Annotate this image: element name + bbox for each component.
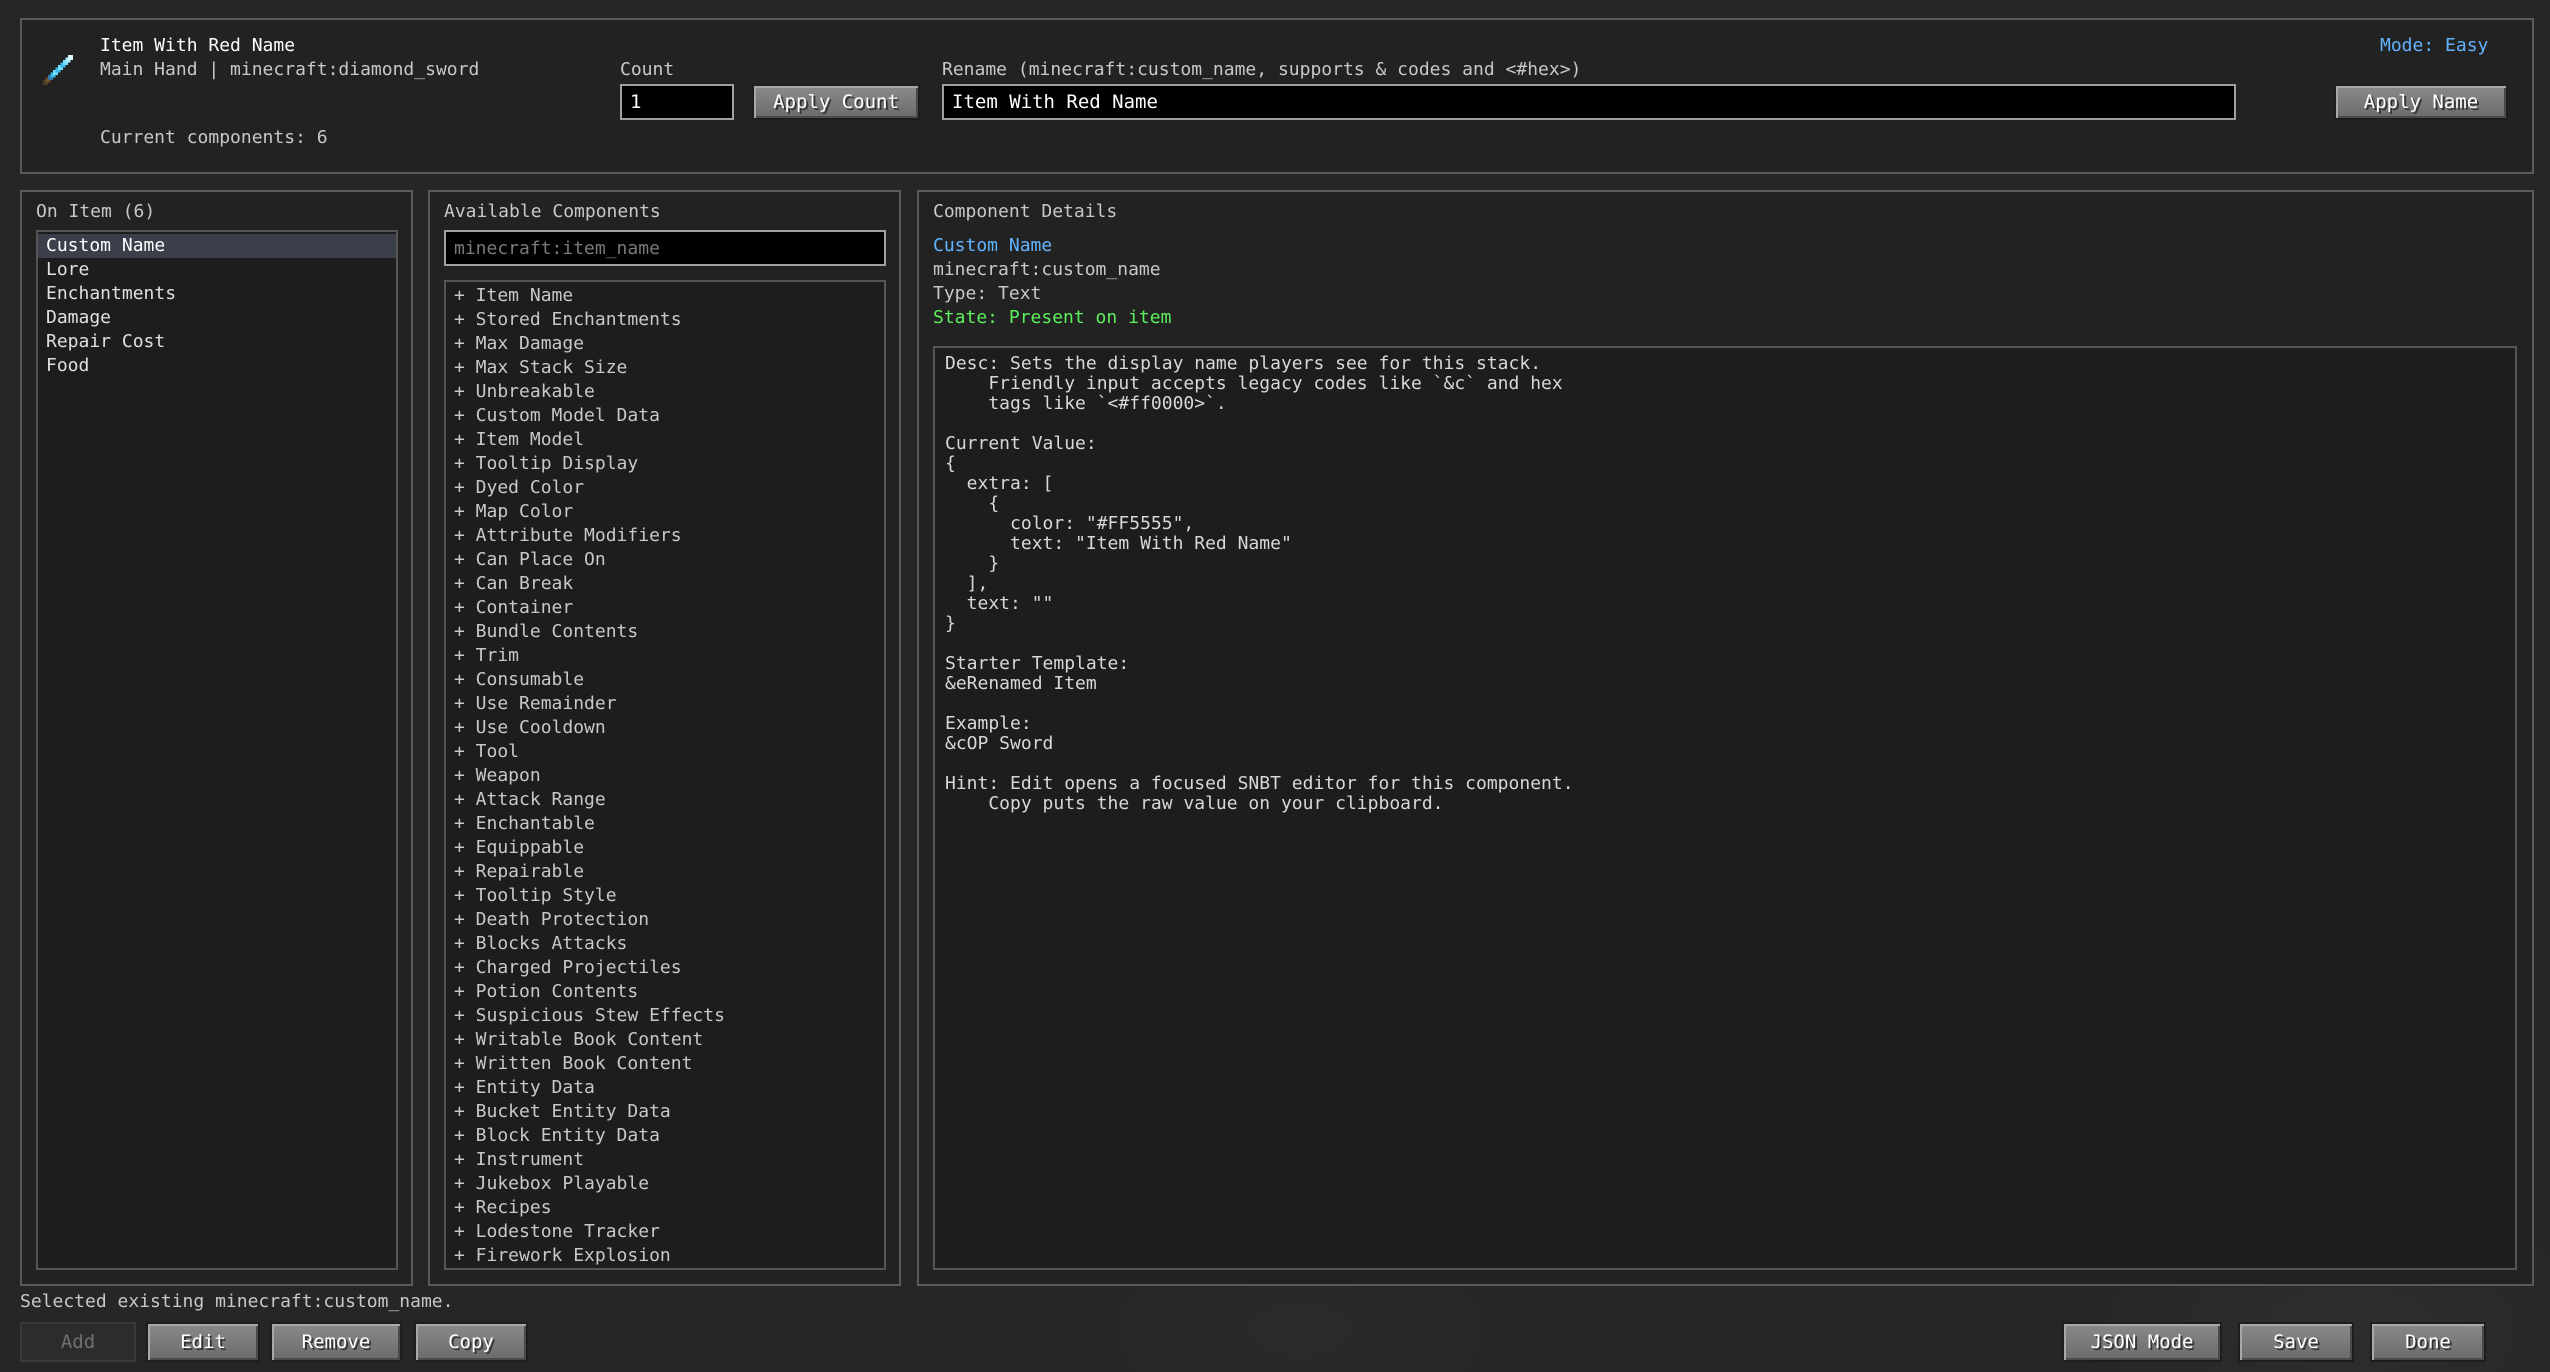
json-mode-button[interactable]: JSON Mode <box>2062 1322 2222 1362</box>
header-panel: Item With Red Name Main Hand | minecraft… <box>20 18 2534 174</box>
on-item-entry[interactable]: Lore <box>38 258 396 282</box>
available-component-entry[interactable]: + Block Entity Data <box>446 1124 882 1148</box>
on-item-title: On Item (6) <box>36 201 156 222</box>
available-component-entry[interactable]: + Writable Book Content <box>446 1028 882 1052</box>
available-component-entry[interactable]: + Written Book Content <box>446 1052 882 1076</box>
diamond-sword-icon <box>43 55 73 85</box>
on-item-entry[interactable]: Damage <box>38 306 396 330</box>
available-component-entry[interactable]: + Equippable <box>446 836 882 860</box>
apply-name-button[interactable]: Apply Name <box>2334 84 2508 120</box>
available-component-entry[interactable]: + Charged Projectiles <box>446 956 882 980</box>
on-item-entry[interactable]: Custom Name <box>38 234 396 258</box>
available-component-entry[interactable]: + Bucket Entity Data <box>446 1100 882 1124</box>
save-button[interactable]: Save <box>2238 1322 2354 1362</box>
component-search-input[interactable] <box>444 230 886 266</box>
available-list-box: + Item Name + Stored Enchantments + Max Da… <box>444 280 886 1270</box>
item-title: Item With Red Name <box>100 35 296 56</box>
details-type: Type: Text <box>933 283 1042 304</box>
on-item-panel: On Item (6) Custom Name Lore Enchantments D… <box>20 190 413 1286</box>
add-button[interactable]: Add <box>20 1322 136 1362</box>
available-component-entry[interactable]: + Repairable <box>446 860 882 884</box>
available-component-entry[interactable]: + Bundle Contents <box>446 620 882 644</box>
available-component-entry[interactable]: + Item Model <box>446 428 882 452</box>
available-component-entry[interactable]: + Item Name <box>446 284 882 308</box>
details-name: Custom Name <box>933 235 1053 256</box>
available-title: Available Components <box>444 201 661 222</box>
available-component-entry[interactable]: + Suspicious Stew Effects <box>446 1004 882 1028</box>
component-count: Current components: 6 <box>100 127 328 148</box>
count-label: Count <box>620 59 675 80</box>
available-component-entry[interactable]: + Attack Range <box>446 788 882 812</box>
edit-button[interactable]: Edit <box>146 1322 260 1362</box>
available-components-panel: Available Components + Item Name+ Stored… <box>428 190 901 1286</box>
available-component-entry[interactable]: + Potion Contents <box>446 980 882 1004</box>
details-body-box: Desc: Sets the display name players see … <box>933 346 2517 1270</box>
details-id: minecraft:custom_name <box>933 259 1161 280</box>
rename-label: Rename (minecraft:custom_name, supports … <box>942 59 1582 80</box>
on-item-list: Custom Name Lore Enchantments Damage Repair … <box>38 234 396 378</box>
available-component-entry[interactable]: + Use Cooldown <box>446 716 882 740</box>
available-component-entry[interactable]: + Trim <box>446 644 882 668</box>
available-component-entry[interactable]: + Entity Data <box>446 1076 882 1100</box>
status-message: Selected existing minecraft:custom_name. <box>20 1291 454 1312</box>
available-component-entry[interactable]: + Death Protection <box>446 908 882 932</box>
available-component-entry[interactable]: + Lodestone Tracker <box>446 1220 882 1244</box>
available-component-entry[interactable]: + Max Damage <box>446 332 882 356</box>
available-component-entry[interactable]: + Unbreakable <box>446 380 882 404</box>
available-component-entry[interactable]: + Max Stack Size <box>446 356 882 380</box>
available-component-entry[interactable]: + Tooltip Display <box>446 452 882 476</box>
available-list: + Item Name + Stored Enchantments + Max Da… <box>446 284 882 1268</box>
details-state: State: Present on item <box>933 307 1172 328</box>
copy-button[interactable]: Copy <box>414 1322 528 1362</box>
rename-input[interactable] <box>942 84 2236 120</box>
available-component-entry[interactable]: + Jukebox Playable <box>446 1172 882 1196</box>
available-component-entry[interactable]: + Can Break <box>446 572 882 596</box>
count-input[interactable] <box>620 84 734 120</box>
on-item-entry[interactable]: Food <box>38 354 396 378</box>
available-component-entry[interactable]: + Custom Model Data <box>446 404 882 428</box>
on-item-entry[interactable]: Enchantments <box>38 282 396 306</box>
available-component-entry[interactable]: + Enchantable <box>446 812 882 836</box>
available-component-entry[interactable]: + Consumable <box>446 668 882 692</box>
available-component-entry[interactable]: + Blocks Attacks <box>446 932 882 956</box>
details-body: Desc: Sets the display name players see … <box>945 353 1574 814</box>
available-component-entry[interactable]: + Use Remainder <box>446 692 882 716</box>
on-item-list-box: Custom Name Lore Enchantments Damage Repair … <box>36 230 398 1270</box>
on-item-entry[interactable]: Repair Cost <box>38 330 396 354</box>
item-subtitle: Main Hand | minecraft:diamond_sword <box>100 59 480 80</box>
available-component-entry[interactable]: + Tool <box>446 740 882 764</box>
component-details-panel: Component Details Custom Name minecraft:… <box>917 190 2534 1286</box>
remove-button[interactable]: Remove <box>270 1322 402 1362</box>
details-title: Component Details <box>933 201 1118 222</box>
done-button[interactable]: Done <box>2370 1322 2486 1362</box>
available-component-entry[interactable]: + Attribute Modifiers <box>446 524 882 548</box>
available-component-entry[interactable]: + Stored Enchantments <box>446 308 882 332</box>
available-component-entry[interactable]: + Firework Explosion <box>446 1244 882 1268</box>
apply-count-button[interactable]: Apply Count <box>752 84 920 120</box>
mode-label[interactable]: Mode: Easy <box>2380 34 2488 58</box>
available-component-entry[interactable]: + Tooltip Style <box>446 884 882 908</box>
available-component-entry[interactable]: + Map Color <box>446 500 882 524</box>
available-component-entry[interactable]: + Recipes <box>446 1196 882 1220</box>
available-component-entry[interactable]: + Weapon <box>446 764 882 788</box>
available-component-entry[interactable]: + Instrument <box>446 1148 882 1172</box>
available-component-entry[interactable]: + Container <box>446 596 882 620</box>
available-component-entry[interactable]: + Dyed Color <box>446 476 882 500</box>
available-component-entry[interactable]: + Can Place On <box>446 548 882 572</box>
